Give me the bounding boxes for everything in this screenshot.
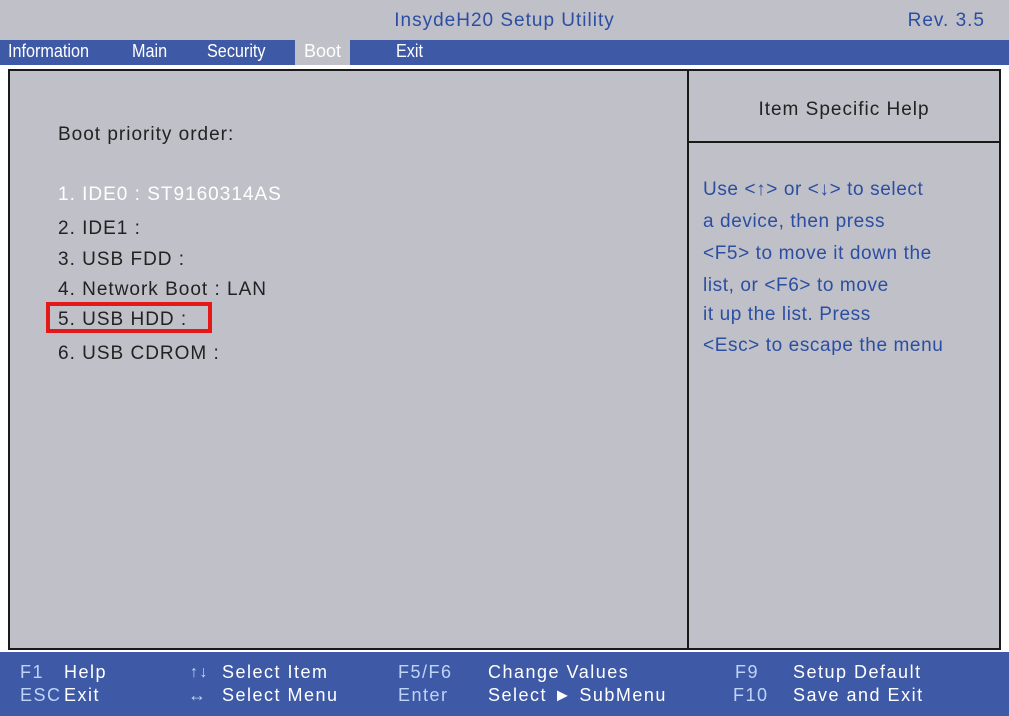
select-item-action-label: Select Item bbox=[222, 662, 329, 682]
menu-security[interactable]: Security bbox=[207, 40, 266, 65]
usb-hdd-highlight-box bbox=[46, 302, 212, 333]
exit-action-label: Exit bbox=[64, 685, 101, 705]
menu-information[interactable]: Information bbox=[8, 40, 89, 65]
boot-item-ide1[interactable]: 2. IDE1 : bbox=[58, 218, 141, 240]
help-title: Item Specific Help bbox=[758, 99, 930, 120]
f10-key-label: F10 bbox=[733, 685, 769, 705]
key-legend-footer: F1 Help ↑↓ Select Item F5/F6 Change Valu… bbox=[0, 652, 1009, 716]
menu-main[interactable]: Main bbox=[132, 40, 167, 65]
title-bar: InsydeH20 Setup Utility Rev. 3.5 bbox=[0, 0, 1009, 40]
boot-item-ide0[interactable]: 1. IDE0 : ST9160314AS bbox=[58, 184, 282, 206]
menu-bar: Information Main Security Boot Exit bbox=[0, 40, 1009, 65]
help-line: list, or <F6> to move bbox=[703, 275, 889, 296]
setup-default-action-label: Setup Default bbox=[793, 662, 922, 682]
help-line: <Esc> to escape the menu bbox=[703, 335, 944, 356]
help-line: it up the list. Press bbox=[703, 304, 871, 325]
help-line: Use <↑> or <↓> to select bbox=[703, 179, 924, 200]
esc-key-label: ESC bbox=[20, 685, 62, 705]
item-specific-help-panel: Item Specific Help Use <↑> or <↓> to sel… bbox=[687, 71, 999, 648]
save-and-exit-action-label: Save and Exit bbox=[793, 685, 924, 705]
f9-key-label: F9 bbox=[735, 662, 760, 682]
select-submenu-action-label: Select ► SubMenu bbox=[488, 685, 667, 705]
select-menu-action-label: Select Menu bbox=[222, 685, 339, 705]
help-action-label: Help bbox=[64, 662, 108, 682]
enter-key-label: Enter bbox=[398, 685, 449, 705]
revision-label: Rev. 3.5 bbox=[907, 10, 985, 31]
boot-priority-heading: Boot priority order: bbox=[58, 124, 235, 145]
help-line: a device, then press bbox=[703, 211, 886, 232]
f1-key-label: F1 bbox=[20, 662, 45, 682]
boot-panel: Boot priority order: 1. IDE0 : ST9160314… bbox=[8, 69, 1001, 650]
help-divider bbox=[689, 141, 999, 143]
menu-exit[interactable]: Exit bbox=[396, 40, 423, 65]
up-down-arrows-icon: ↑↓ bbox=[190, 664, 209, 681]
f5-f6-key-label: F5/F6 bbox=[398, 662, 453, 682]
left-right-arrow-icon: ↔ bbox=[188, 685, 208, 705]
boot-item-network-boot[interactable]: 4. Network Boot : LAN bbox=[58, 279, 267, 301]
app-title: InsydeH20 Setup Utility bbox=[394, 10, 615, 31]
help-line: <F5> to move it down the bbox=[703, 243, 932, 264]
boot-item-usb-cdrom[interactable]: 6. USB CDROM : bbox=[58, 343, 220, 365]
menu-boot[interactable]: Boot bbox=[295, 40, 351, 65]
boot-item-usb-fdd[interactable]: 3. USB FDD : bbox=[58, 249, 185, 271]
change-values-action-label: Change Values bbox=[488, 662, 630, 682]
